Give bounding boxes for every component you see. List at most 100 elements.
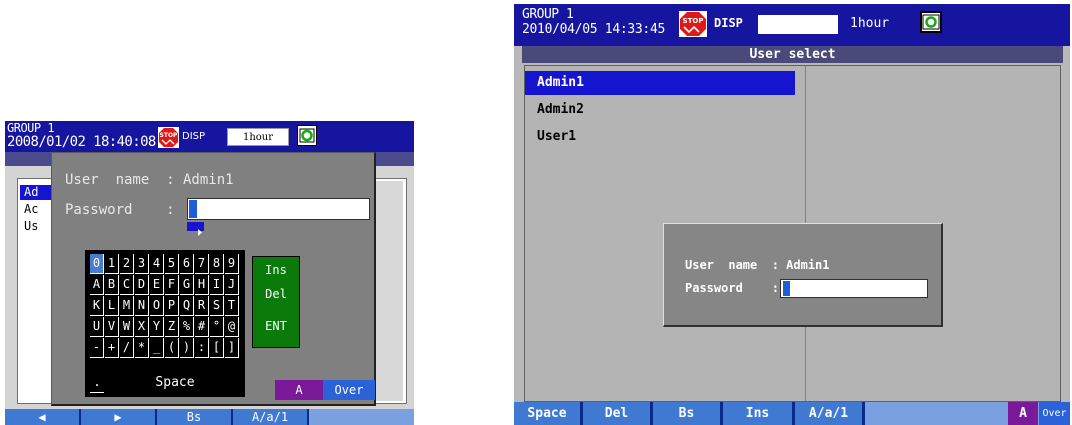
left-screen: GROUP 1 2008/01/02 18:40:08 STOP DISP 1h… (5, 121, 414, 425)
key[interactable]: _ (150, 338, 164, 358)
right-panel (372, 181, 403, 401)
overwrite-mode-indicator: Over (1039, 402, 1070, 425)
memory-icon (297, 125, 317, 146)
delete-button[interactable]: Del (583, 402, 653, 425)
key[interactable]: L (105, 296, 119, 316)
backspace-button[interactable]: Bs (157, 409, 233, 425)
edit-keys: Ins Del ENT (252, 256, 300, 348)
key[interactable]: 6 (180, 254, 194, 274)
key[interactable]: B (105, 275, 119, 295)
list-item[interactable]: Ad (20, 185, 54, 200)
key[interactable]: : (195, 338, 209, 358)
key[interactable]: D (135, 275, 149, 295)
key[interactable]: 3 (135, 254, 149, 274)
text-cursor (783, 281, 790, 296)
group-name: GROUP 1 (7, 121, 55, 135)
key[interactable]: 1 (105, 254, 119, 274)
user-name-label: User name : Admin1 (65, 172, 234, 188)
key[interactable]: / (120, 338, 134, 358)
trend-interval: 1hour (850, 16, 890, 31)
key[interactable]: P (165, 296, 179, 316)
key-grid: 0 1 2 3 4 5 6 7 8 9 A B C D E F G H I J (90, 254, 239, 358)
key[interactable]: W (120, 317, 134, 337)
key[interactable]: % (180, 317, 194, 337)
key[interactable]: Y (150, 317, 164, 337)
list-item[interactable]: Admin1 (525, 71, 795, 95)
user-name-label: User name : Admin1 (685, 258, 830, 272)
key[interactable]: X (135, 317, 149, 337)
list-item[interactable]: User1 (525, 125, 795, 149)
status-header: GROUP 1 2010/04/05 14:33:45 STOP DISP 1h… (514, 4, 1070, 46)
list-item[interactable]: Admin2 (525, 98, 795, 122)
del-key[interactable]: Del (255, 287, 297, 301)
password-label: Password : (685, 281, 779, 295)
key[interactable]: 2 (120, 254, 134, 274)
key[interactable]: @ (225, 317, 239, 337)
char-type-button[interactable]: A/a/1 (795, 402, 865, 425)
key[interactable]: [ (210, 338, 224, 358)
space-button[interactable]: Space (514, 402, 583, 425)
key[interactable]: 7 (195, 254, 209, 274)
login-dialog: User name : Admin1 Password : (663, 223, 943, 327)
key[interactable]: H (195, 275, 209, 295)
trend-bar (758, 15, 838, 34)
ent-key[interactable]: ENT (255, 319, 297, 333)
key[interactable]: 9 (225, 254, 239, 274)
key[interactable]: O (150, 296, 164, 316)
password-label: Password : (65, 202, 175, 218)
key[interactable]: # (195, 317, 209, 337)
key[interactable]: 5 (165, 254, 179, 274)
overwrite-mode-indicator: Over (323, 380, 375, 400)
key[interactable]: I (210, 275, 224, 295)
key[interactable]: + (105, 338, 119, 358)
key[interactable]: C (120, 275, 134, 295)
text-cursor (189, 200, 197, 218)
key[interactable]: 4 (150, 254, 164, 274)
key[interactable]: M (120, 296, 134, 316)
key[interactable]: E (150, 275, 164, 295)
key[interactable]: * (135, 338, 149, 358)
key[interactable]: A (90, 275, 104, 295)
key[interactable]: J (225, 275, 239, 295)
right-screen: GROUP 1 2010/04/05 14:33:45 STOP DISP 1h… (514, 4, 1070, 425)
cursor-left-button[interactable]: ◀ (5, 409, 81, 425)
ins-key[interactable]: Ins (255, 263, 297, 277)
key[interactable]: R (195, 296, 209, 316)
page-title: User select (522, 46, 1063, 63)
login-dialog: User name : Admin1 Password : 0 1 2 3 4 … (51, 152, 376, 406)
key[interactable]: K (90, 296, 104, 316)
svg-text:STOP: STOP (160, 132, 179, 139)
backspace-button[interactable]: Bs (653, 402, 723, 425)
insert-button[interactable]: Ins (723, 402, 795, 425)
status-header: GROUP 1 2008/01/02 18:40:08 STOP DISP 1h… (5, 121, 414, 152)
char-type-button[interactable]: A/a/1 (233, 409, 309, 425)
key[interactable]: - (90, 338, 104, 358)
stop-icon: STOP (679, 11, 707, 37)
space-key[interactable]: Space (110, 373, 240, 393)
key[interactable]: S (210, 296, 224, 316)
key[interactable]: T (225, 296, 239, 316)
key[interactable]: V (105, 317, 119, 337)
key[interactable]: U (90, 317, 104, 337)
key[interactable]: 0 (90, 254, 104, 274)
key[interactable]: Z (165, 317, 179, 337)
cursor-indicator-icon (187, 222, 204, 236)
stop-icon: STOP (158, 127, 179, 148)
period-key[interactable]: . (90, 373, 104, 393)
group-name: GROUP 1 (522, 7, 574, 22)
memory-icon (920, 11, 942, 33)
date-time: 2010/04/05 14:33:45 (522, 22, 666, 37)
key[interactable]: N (135, 296, 149, 316)
key[interactable]: 8 (210, 254, 224, 274)
function-key-bar: Space Del Bs Ins A/a/1 A Over (514, 402, 1070, 425)
key[interactable]: ° (210, 317, 224, 337)
key[interactable]: ] (225, 338, 239, 358)
key[interactable]: ) (180, 338, 194, 358)
password-input[interactable] (780, 279, 928, 298)
cursor-right-button[interactable]: ▶ (81, 409, 157, 425)
key[interactable]: F (165, 275, 179, 295)
key[interactable]: G (180, 275, 194, 295)
key[interactable]: ( (165, 338, 179, 358)
password-input[interactable] (187, 198, 370, 220)
key[interactable]: Q (180, 296, 194, 316)
